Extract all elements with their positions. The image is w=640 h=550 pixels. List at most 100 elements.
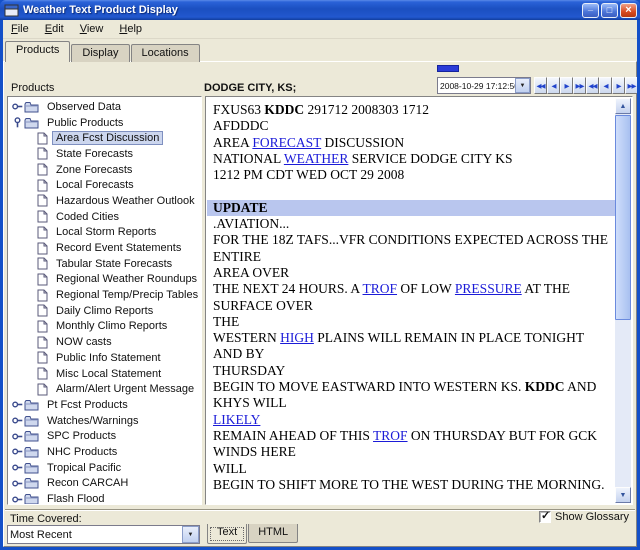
menu-item-edit[interactable]: Edit xyxy=(37,21,72,37)
document-icon xyxy=(37,289,48,302)
tree-item-label: Daily Climo Reports xyxy=(52,304,157,318)
products-tree[interactable]: Observed DataPublic ProductsArea Fcst Di… xyxy=(7,96,202,505)
scroll-down-icon[interactable] xyxy=(615,487,631,503)
menu-item-help[interactable]: Help xyxy=(111,21,150,37)
vertical-scrollbar[interactable] xyxy=(615,98,631,503)
glossary-link[interactable]: TROF xyxy=(373,428,408,443)
tree-item-tabular-state-forecasts[interactable]: Tabular State Forecasts xyxy=(8,256,201,272)
tree-item-tropical-pacific[interactable]: Tropical Pacific xyxy=(8,460,201,476)
view-tab-html[interactable]: HTML xyxy=(248,524,298,543)
nav-last-button[interactable]: ▶▶ xyxy=(573,77,586,94)
product-time-value: 2008-10-29 17:12:50Z xyxy=(438,81,515,91)
glossary-link[interactable]: HIGH xyxy=(280,330,314,345)
tree-item-watches-warnings[interactable]: Watches/Warnings xyxy=(8,413,201,429)
tree-item-record-event-statements[interactable]: Record Event Statements xyxy=(8,240,201,256)
tree-item-area-fcst-discussion[interactable]: Area Fcst Discussion xyxy=(8,130,201,146)
tree-item-flash-flood[interactable]: Flash Flood xyxy=(8,491,201,505)
time-covered-combobox[interactable]: Most Recent xyxy=(7,525,200,544)
tree-item-label: State Forecasts xyxy=(52,147,137,161)
glossary-link[interactable]: FORECAST xyxy=(252,135,321,150)
show-glossary-control[interactable]: Show Glossary xyxy=(539,511,629,523)
nav-last-button[interactable]: ▶▶ xyxy=(625,77,637,94)
tree-item-coded-cities[interactable]: Coded Cities xyxy=(8,209,201,225)
folder-icon xyxy=(24,117,39,129)
document-icon xyxy=(37,163,48,176)
view-tab-strip: TextHTML xyxy=(207,524,299,544)
tab-products[interactable]: Products xyxy=(5,41,70,62)
glossary-link[interactable]: PRESSURE xyxy=(455,281,522,296)
tree-item-regional-temp-precip-tables[interactable]: Regional Temp/Precip Tables xyxy=(8,287,201,303)
menu-item-file[interactable]: File xyxy=(3,21,37,37)
tree-toggle-icon[interactable] xyxy=(11,399,24,410)
document-icon xyxy=(37,304,48,317)
folder-icon xyxy=(24,477,39,489)
tree-toggle-icon[interactable] xyxy=(11,494,24,505)
tree-item-local-storm-reports[interactable]: Local Storm Reports xyxy=(8,225,201,241)
tree-toggle-icon[interactable] xyxy=(11,415,24,426)
tree-item-label: Alarm/Alert Urgent Message xyxy=(52,382,198,396)
tree-item-hazardous-weather-outlook[interactable]: Hazardous Weather Outlook xyxy=(8,193,201,209)
glossary-link[interactable]: TROF xyxy=(363,281,398,296)
tab-locations[interactable]: Locations xyxy=(131,44,200,62)
document-line: REMAIN AHEAD OF THIS TROF ON THURSDAY BU… xyxy=(213,428,615,461)
nav-first-button[interactable]: ◀◀ xyxy=(586,77,599,94)
glossary-link[interactable]: LIKELY xyxy=(213,412,260,427)
nav-next-button[interactable]: ▶ xyxy=(612,77,625,94)
tree-item-zone-forecasts[interactable]: Zone Forecasts xyxy=(8,162,201,178)
view-tab-text[interactable]: Text xyxy=(207,524,247,544)
show-glossary-checkbox[interactable] xyxy=(539,511,551,523)
tree-item-label: NOW casts xyxy=(52,335,116,349)
tree-item-label: Recon CARCAH xyxy=(43,476,132,490)
chevron-down-icon[interactable] xyxy=(182,526,199,543)
tree-item-public-info-statement[interactable]: Public Info Statement xyxy=(8,350,201,366)
tree-item-label: Watches/Warnings xyxy=(43,414,143,428)
product-text-panel[interactable]: FXUS63 KDDC 291712 2008303 1712AFDDDCARE… xyxy=(205,96,633,505)
tab-display[interactable]: Display xyxy=(71,44,129,62)
nav-first-button[interactable]: ◀◀ xyxy=(534,77,547,94)
nav-previous-button[interactable]: ◀ xyxy=(547,77,560,94)
tree-item-label: Public Info Statement xyxy=(52,351,165,365)
tree-toggle-icon[interactable] xyxy=(11,478,24,489)
tree-toggle-icon[interactable] xyxy=(11,446,24,457)
title-bar[interactable]: Weather Text Product Display xyxy=(0,0,640,20)
document-icon xyxy=(37,383,48,396)
tree-item-regional-weather-roundups[interactable]: Regional Weather Roundups xyxy=(8,272,201,288)
menu-item-view[interactable]: View xyxy=(72,21,112,37)
scroll-up-icon[interactable] xyxy=(615,98,631,114)
text-segment: SERVICE DODGE CITY KS xyxy=(348,151,512,166)
tree-item-misc-local-statement[interactable]: Misc Local Statement xyxy=(8,366,201,382)
tree-toggle-icon[interactable] xyxy=(11,462,24,473)
document-line: BEGIN TO SHIFT MORE TO THE WEST DURING T… xyxy=(213,477,615,493)
product-time-combobox[interactable]: 2008-10-29 17:12:50Z xyxy=(437,77,531,94)
tree-item-alarm-alert-urgent-message[interactable]: Alarm/Alert Urgent Message xyxy=(8,381,201,397)
tree-item-daily-climo-reports[interactable]: Daily Climo Reports xyxy=(8,303,201,319)
tree-item-nhc-products[interactable]: NHC Products xyxy=(8,444,201,460)
tree-item-local-forecasts[interactable]: Local Forecasts xyxy=(8,177,201,193)
tree-item-state-forecasts[interactable]: State Forecasts xyxy=(8,146,201,162)
document-icon xyxy=(37,226,48,239)
glossary-link[interactable]: WEATHER xyxy=(284,151,349,166)
progress-indicator xyxy=(437,65,459,72)
document-icon xyxy=(37,132,48,145)
tree-item-recon-carcah[interactable]: Recon CARCAH xyxy=(8,476,201,492)
tree-item-spc-products[interactable]: SPC Products xyxy=(8,428,201,444)
tree-toggle-icon[interactable] xyxy=(11,101,24,112)
chevron-down-icon[interactable] xyxy=(515,78,530,93)
tree-item-now-casts[interactable]: NOW casts xyxy=(8,334,201,350)
tree-item-observed-data[interactable]: Observed Data xyxy=(8,99,201,115)
tree-item-label: Pt Fcst Products xyxy=(43,398,132,412)
tree-item-pt-fcst-products[interactable]: Pt Fcst Products xyxy=(8,397,201,413)
maximize-button[interactable] xyxy=(601,3,618,18)
scrollbar-thumb[interactable] xyxy=(615,115,631,320)
nav-next-button[interactable]: ▶ xyxy=(560,77,573,94)
nav-previous-button[interactable]: ◀ xyxy=(599,77,612,94)
tree-toggle-icon[interactable] xyxy=(11,431,24,442)
tree-item-monthly-climo-reports[interactable]: Monthly Climo Reports xyxy=(8,319,201,335)
close-button[interactable] xyxy=(620,3,637,18)
tree-item-public-products[interactable]: Public Products xyxy=(8,115,201,131)
document-line: WESTERN HIGH PLAINS WILL REMAIN IN PLACE… xyxy=(213,330,615,363)
window-title: Weather Text Product Display xyxy=(23,4,582,16)
document-icon xyxy=(37,273,48,286)
tree-toggle-icon[interactable] xyxy=(11,117,24,128)
minimize-button[interactable] xyxy=(582,3,599,18)
